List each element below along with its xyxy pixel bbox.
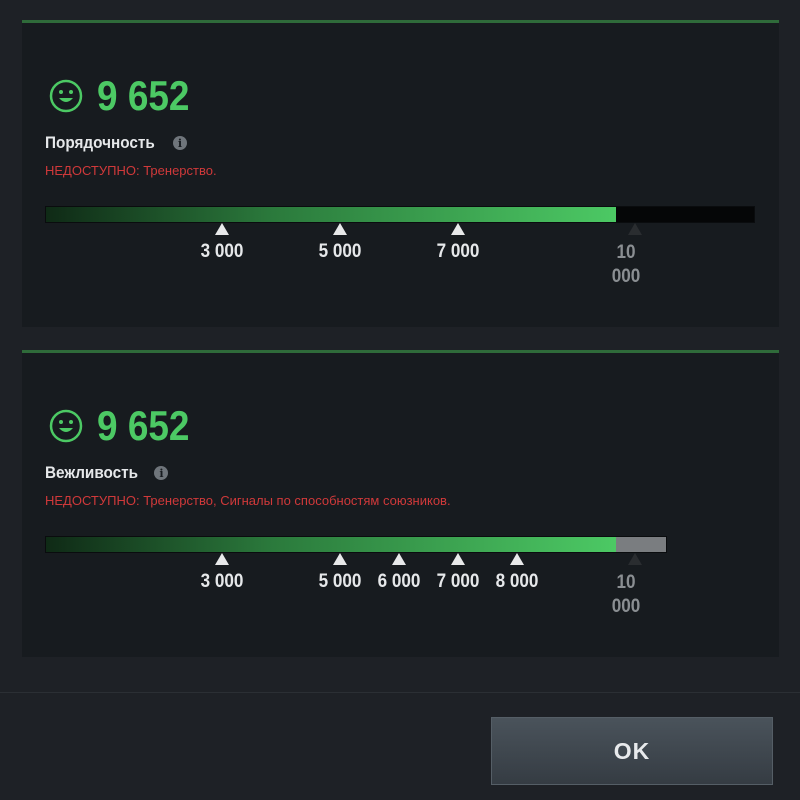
tick-marker-icon bbox=[451, 223, 465, 235]
tick-marker-icon bbox=[215, 223, 229, 235]
unavailable-notice: НЕДОСТУПНО: Тренерство, Сигналы по спосо… bbox=[45, 493, 451, 508]
title-row: Вежливость i bbox=[45, 463, 169, 483]
section-title: Вежливость bbox=[45, 463, 139, 482]
info-icon[interactable]: i bbox=[172, 136, 187, 150]
score-value: 9 652 bbox=[97, 72, 190, 119]
info-icon[interactable]: i bbox=[154, 466, 169, 480]
max-tick-label: 10 000 bbox=[608, 571, 644, 619]
footer-divider bbox=[0, 692, 800, 693]
max-tick-label: 10 000 bbox=[608, 241, 644, 289]
unavailable-label: НЕДОСТУПНО: bbox=[45, 163, 140, 178]
tick-label: 5 000 bbox=[318, 571, 362, 592]
tick-marker-icon bbox=[333, 553, 347, 565]
max-tick-line2: 000 bbox=[611, 596, 641, 617]
tick-marker-icon bbox=[215, 553, 229, 565]
score-row: 9 652 bbox=[49, 403, 202, 449]
tick-label: 7 000 bbox=[436, 241, 480, 262]
conduct-panel-2: 9 652 Вежливость i НЕДОСТУПНО: Тренерств… bbox=[22, 350, 779, 657]
unavailable-reasons: Тренерство. bbox=[143, 163, 217, 178]
unavailable-label: НЕДОСТУПНО: bbox=[45, 493, 140, 508]
tick-marker-icon bbox=[333, 223, 347, 235]
tick-marker-icon bbox=[451, 553, 465, 565]
ok-button[interactable]: OK bbox=[491, 717, 773, 785]
tick-label: 8 000 bbox=[495, 571, 539, 592]
score-value: 9 652 bbox=[97, 402, 190, 449]
tick-label: 3 000 bbox=[200, 571, 244, 592]
progress-bar bbox=[45, 206, 755, 223]
tick-marker-icon bbox=[628, 553, 642, 565]
tick-marker-icon bbox=[392, 553, 406, 565]
unavailable-reasons: Тренерство, Сигналы по способностям союз… bbox=[143, 493, 451, 508]
max-tick-line2: 000 bbox=[611, 266, 641, 287]
progress-fill bbox=[46, 537, 616, 552]
unavailable-notice: НЕДОСТУПНО: Тренерство. bbox=[45, 163, 217, 178]
max-tick-line1: 10 bbox=[616, 572, 636, 593]
max-tick-line1: 10 bbox=[616, 242, 636, 263]
tick-label: 7 000 bbox=[436, 571, 480, 592]
score-row: 9 652 bbox=[49, 73, 202, 119]
title-row: Порядочность i bbox=[45, 133, 187, 153]
tick-label: 3 000 bbox=[200, 241, 244, 262]
smiley-icon bbox=[49, 79, 83, 113]
progress-fill bbox=[46, 207, 616, 222]
tick-marker-icon bbox=[628, 223, 642, 235]
tick-marker-icon bbox=[510, 553, 524, 565]
tick-label: 6 000 bbox=[377, 571, 421, 592]
smiley-icon bbox=[49, 409, 83, 443]
tick-label: 5 000 bbox=[318, 241, 362, 262]
conduct-panel-1: 9 652 Порядочность i НЕДОСТУПНО: Тренерс… bbox=[22, 20, 779, 327]
progress-bar bbox=[45, 536, 667, 553]
section-title: Порядочность bbox=[45, 133, 155, 152]
